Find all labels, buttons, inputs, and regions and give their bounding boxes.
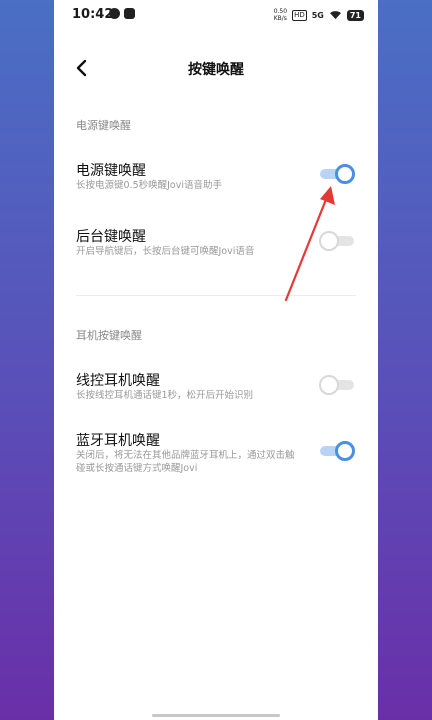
setting-desc: 长按线控耳机通话键1秒，松开后开始识别 [76, 390, 254, 401]
status-right: 0.50 KB/s HD 5G 71 [274, 8, 364, 22]
section-title-earphone: 耳机按键唤醒 [76, 329, 142, 342]
hd-icon: HD [292, 9, 307, 21]
status-time: 10:42 [72, 7, 114, 22]
divider [76, 295, 356, 296]
toggle-knob [335, 164, 355, 184]
battery-icon: 71 [346, 9, 364, 21]
notification-icon [109, 8, 120, 19]
status-left-icons [109, 8, 135, 19]
setting-desc: 关闭后，将无法在其他品牌蓝牙耳机上，通过双击触碰或长按通话键方式唤醒Jovi [76, 450, 295, 474]
toggle-bluetooth-earphone-wake[interactable] [320, 441, 355, 461]
net-speed-unit: KB/s [273, 15, 287, 22]
toggle-power-key-wake[interactable] [320, 164, 355, 184]
wifi-icon [329, 11, 341, 20]
setting-title: 线控耳机唤醒 [76, 373, 160, 389]
toggle-knob [319, 375, 339, 395]
net-speed: 0.50 KB/s [274, 8, 287, 22]
setting-desc: 开启导航键后，长按后台键可唤醒Jovi语音 [76, 246, 255, 257]
setting-title: 蓝牙耳机唤醒 [76, 433, 160, 449]
signal-icon: 5G [311, 10, 324, 20]
annotation-arrow-icon [284, 186, 335, 302]
toggle-knob [335, 441, 355, 461]
net-speed-value: 0.50 [273, 8, 288, 15]
toggle-knob [319, 231, 339, 251]
home-indicator[interactable] [152, 714, 280, 717]
setting-title: 电源键唤醒 [76, 163, 146, 179]
page-title: 按键唤醒 [188, 62, 244, 78]
header: 按键唤醒 [54, 50, 378, 86]
setting-title: 后台键唤醒 [76, 229, 146, 245]
toggle-wired-earphone-wake[interactable] [319, 375, 354, 395]
app-icon [124, 8, 135, 19]
status-bar: 10:42 0.50 KB/s HD 5G 71 [54, 0, 378, 30]
toggle-back-key-wake[interactable] [319, 231, 354, 251]
setting-desc: 长按电源键0.5秒唤醒Jovi语音助手 [76, 180, 222, 191]
section-title-power: 电源键唤醒 [76, 119, 131, 132]
phone-screen: 10:42 0.50 KB/s HD 5G 71 按键唤醒 电源键唤醒 电源键唤… [54, 0, 378, 720]
